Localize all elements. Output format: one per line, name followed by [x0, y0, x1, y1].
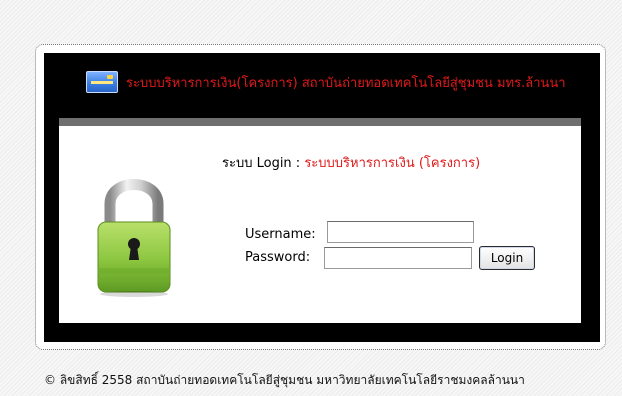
- password-input[interactable]: [324, 247, 472, 269]
- system-title-row: ระบบบริหารการเงิน(โครงการ) สถาบันถ่ายทอด…: [86, 70, 566, 94]
- username-label: Username:: [245, 227, 316, 242]
- login-button[interactable]: Login: [479, 246, 535, 270]
- footer-copyright: © ลิขสิทธิ์ 2558 สถาบันถ่ายทอดเทคโนโลยีส…: [44, 373, 525, 387]
- divider-bar: [59, 118, 581, 126]
- login-heading-prefix: ระบบ Login :: [222, 156, 301, 171]
- username-input[interactable]: [327, 221, 474, 243]
- credit-card-icon: [86, 71, 118, 93]
- login-heading: ระบบ Login : ระบบบริหารการเงิน (โครงการ): [222, 152, 480, 173]
- system-title: ระบบบริหารการเงิน(โครงการ) สถาบันถ่ายทอด…: [126, 75, 566, 91]
- password-label: Password:: [245, 250, 311, 265]
- padlock-icon: [97, 179, 171, 297]
- login-heading-system: ระบบบริหารการเงิน (โครงการ): [304, 156, 481, 171]
